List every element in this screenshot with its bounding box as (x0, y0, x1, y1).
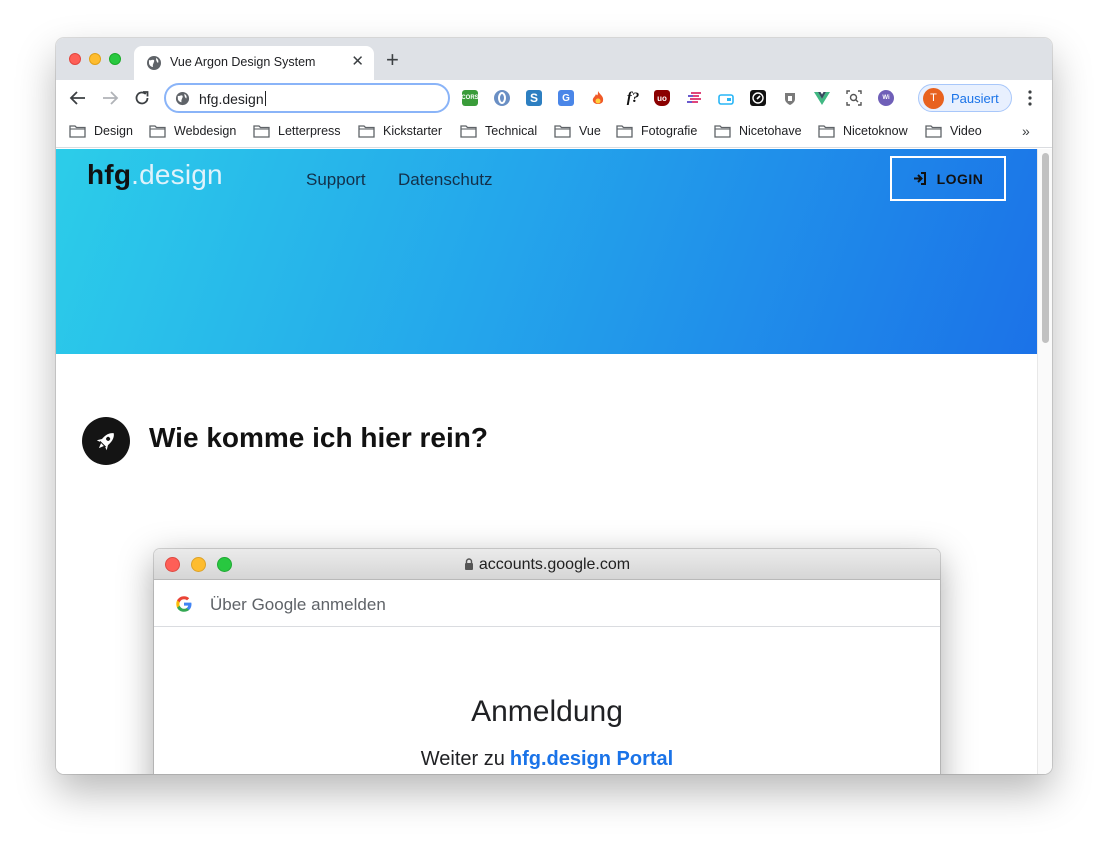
close-window-button[interactable] (69, 53, 81, 65)
tab-strip: Vue Argon Design System ✕ + (56, 38, 1052, 80)
bookmark-folder-design[interactable]: Design (69, 123, 133, 139)
reload-button[interactable] (132, 88, 152, 108)
login-button[interactable]: LOGIN (890, 156, 1006, 201)
google-header: Über Google anmelden (154, 580, 940, 627)
folder-icon (460, 124, 477, 138)
folder-icon (818, 124, 835, 138)
compass-icon[interactable] (750, 90, 766, 106)
tv-icon[interactable] (718, 90, 734, 106)
portal-link: hfg.design Portal (509, 748, 674, 770)
close-tab-icon[interactable]: ✕ (351, 54, 364, 70)
profile-status-label: Pausiert (951, 91, 999, 106)
ublock-icon[interactable]: uo (654, 90, 670, 106)
folder-icon (925, 124, 942, 138)
folder-icon (149, 124, 166, 138)
globe-icon (175, 91, 190, 106)
forward-button[interactable] (100, 88, 120, 108)
bookmark-folder-letterpress[interactable]: Letterpress (253, 123, 341, 139)
shield-icon[interactable] (782, 90, 798, 106)
new-tab-button[interactable]: + (386, 49, 399, 71)
opera-icon[interactable] (494, 90, 510, 106)
bookmark-folder-fotografie[interactable]: Fotografie (616, 123, 697, 139)
tab-active[interactable]: Vue Argon Design System ✕ (134, 46, 374, 80)
font-icon[interactable]: f? (622, 90, 644, 106)
address-bar[interactable]: hfg.design (164, 83, 450, 113)
bookmark-folder-webdesign[interactable]: Webdesign (149, 123, 236, 139)
folder-icon (714, 124, 731, 138)
avatar: T (923, 88, 944, 109)
whois-icon[interactable]: Wi (878, 90, 894, 106)
bookmarks-overflow-button[interactable]: » (1022, 123, 1030, 139)
profile-button[interactable]: T Pausiert (918, 84, 1012, 112)
bookmark-folder-kickstarter[interactable]: Kickstarter (358, 123, 442, 139)
bookmark-folder-video[interactable]: Video (925, 123, 982, 139)
signin-continue-text: Weiter zu hfg.design Portal (420, 748, 674, 770)
vue-icon[interactable] (814, 90, 830, 106)
folder-icon (69, 124, 86, 138)
site-logo[interactable]: hfg.design (87, 159, 223, 191)
section-title: Wie komme ich hier rein? (149, 422, 488, 453)
browser-window: Vue Argon Design System ✕ + hfg.design C… (56, 38, 1052, 774)
popup-url: accounts.google.com (154, 556, 940, 574)
folder-icon (253, 124, 270, 138)
sign-in-icon (913, 172, 926, 185)
popup-title-bar: accounts.google.com (154, 549, 940, 580)
globe-icon (147, 56, 161, 70)
rocket-icon (82, 417, 130, 465)
bookmark-folder-nicetoknow[interactable]: Nicetoknow (818, 123, 908, 139)
arrow-right-icon (103, 91, 119, 105)
folder-icon (616, 124, 633, 138)
folder-icon (358, 124, 375, 138)
nav-datenschutz-link[interactable]: Datenschutz (398, 170, 493, 190)
login-label: LOGIN (936, 170, 984, 187)
back-button[interactable] (68, 88, 88, 108)
google-header-text: Über Google anmelden (210, 595, 386, 614)
lines-icon[interactable] (686, 90, 702, 106)
cors-icon[interactable]: CORS (461, 90, 479, 106)
reload-icon (135, 91, 149, 105)
arrow-left-icon (69, 91, 85, 105)
browser-toolbar: hfg.design CORS S G f? uo Wi T Pausiert (56, 80, 1052, 116)
signin-title: Anmeldung (471, 695, 623, 728)
translate-icon[interactable]: G (558, 90, 574, 106)
tab-title: Vue Argon Design System (170, 55, 316, 69)
fire-icon[interactable] (590, 90, 606, 106)
page-scrollbar[interactable] (1037, 149, 1052, 774)
google-signin-screenshot: accounts.google.com Über Google anmelden… (154, 549, 940, 774)
lock-icon (464, 558, 473, 570)
bookmark-folder-technical[interactable]: Technical (460, 123, 537, 139)
bookmarks-bar: Design Webdesign Letterpress Kickstarter… (56, 116, 1052, 148)
bookmark-folder-vue[interactable]: Vue (554, 123, 601, 139)
page-viewport: hfg.design Support Datenschutz LOGIN Wie… (56, 149, 1052, 774)
bookmark-folder-nicetohave[interactable]: Nicetohave (714, 123, 802, 139)
kebab-menu-icon[interactable] (1024, 89, 1036, 107)
address-text[interactable]: hfg.design (199, 91, 266, 107)
inspect-icon[interactable] (846, 90, 862, 106)
zoom-window-button[interactable] (109, 53, 121, 65)
google-logo-icon (176, 596, 192, 612)
folder-icon (554, 124, 571, 138)
scrollbar-thumb[interactable] (1042, 153, 1049, 343)
minimize-window-button[interactable] (89, 53, 101, 65)
nav-support-link[interactable]: Support (306, 170, 366, 190)
hero-header: hfg.design Support Datenschutz LOGIN (56, 149, 1037, 354)
s-icon[interactable]: S (526, 90, 542, 106)
